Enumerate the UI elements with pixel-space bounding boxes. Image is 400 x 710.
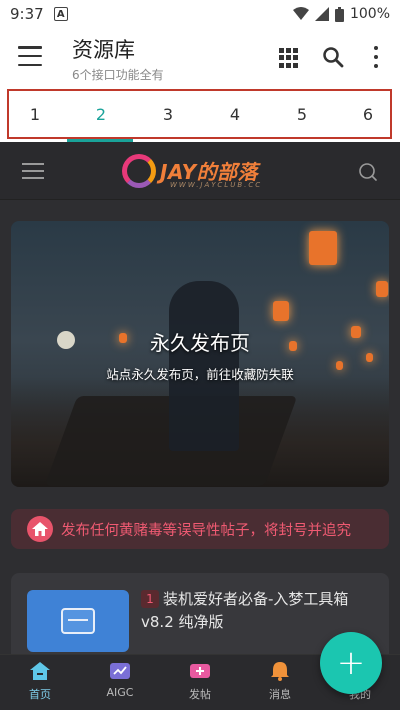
page-subtitle: 6个接口功能全有: [72, 68, 164, 82]
nav-label-messages: 消息: [269, 688, 291, 701]
chart-icon: [110, 663, 130, 679]
tab-3[interactable]: 3: [148, 91, 188, 137]
page-title: 资源库: [72, 38, 135, 62]
battery-level: 100%: [349, 6, 390, 22]
notice-text: 发布任何黄赌毒等误导性帖子，将封号并追究: [61, 522, 351, 539]
site-search-icon[interactable]: [358, 162, 378, 182]
banner-title: 永久发布页: [150, 331, 250, 355]
post-title[interactable]: 装机爱好者必备-入梦工具箱v8.2 纯净版: [141, 588, 381, 634]
nav-label-aigc: AIGC: [106, 686, 134, 699]
home-icon: [27, 516, 53, 542]
app-bar: 资源库 6个接口功能全有: [0, 28, 400, 86]
nav-item-messages[interactable]: 消息: [250, 661, 310, 707]
nav-label-post: 发帖: [189, 688, 211, 701]
post-thumbnail: [27, 590, 129, 652]
grid-icon[interactable]: [279, 48, 299, 68]
status-bar: 9:37 A 100%: [0, 0, 400, 28]
home-icon: [30, 662, 50, 680]
add-button[interactable]: +: [320, 632, 382, 694]
tab-2[interactable]: 2: [81, 91, 121, 137]
status-time: 9:37: [10, 5, 44, 23]
search-icon[interactable]: [322, 46, 344, 68]
site-menu-icon[interactable]: [22, 163, 44, 179]
banner[interactable]: 永久发布页 站点永久发布页，前往收藏防失联: [11, 221, 389, 487]
nav-item-aigc[interactable]: AIGC: [90, 661, 150, 707]
post-icon: [190, 664, 210, 678]
nav-item-home[interactable]: 首页: [10, 661, 70, 707]
nav-label-home: 首页: [29, 688, 51, 701]
lantern-image: [273, 301, 289, 321]
banner-subtitle: 站点永久发布页，前往收藏防失联: [106, 367, 294, 382]
tab-4[interactable]: 4: [215, 91, 255, 137]
bell-icon: [271, 662, 289, 681]
lantern-image: [309, 231, 337, 265]
lantern-image: [376, 281, 388, 297]
site-header: JAY的部落 WWW.JAYCLUB.CC: [0, 142, 400, 200]
site-logo[interactable]: JAY的部落 WWW.JAYCLUB.CC: [122, 150, 272, 192]
tab-6[interactable]: 6: [348, 91, 388, 137]
status-indicators: 100%: [292, 6, 390, 22]
more-options-icon[interactable]: [372, 46, 380, 68]
battery-icon: [334, 6, 344, 22]
menu-icon[interactable]: [18, 46, 42, 66]
nav-item-post[interactable]: 发帖: [170, 661, 230, 707]
notice-bar[interactable]: 发布任何黄赌毒等误导性帖子，将封号并追究: [11, 509, 389, 549]
plus-icon: +: [336, 643, 366, 683]
tab-5[interactable]: 5: [282, 91, 322, 137]
tab-1[interactable]: 1: [15, 91, 55, 137]
logo-ring-icon: [122, 154, 156, 188]
notification-icon: A: [53, 7, 68, 21]
signal-icon: [314, 7, 329, 21]
toolbox-icon: [61, 608, 95, 634]
web-content[interactable]: JAY的部落 WWW.JAYCLUB.CC 永久发布页 站点永久发布页，前往收藏…: [0, 142, 400, 710]
interface-tabs: 1 2 3 4 5 6: [7, 89, 392, 139]
logo-subtext: WWW.JAYCLUB.CC: [170, 181, 263, 189]
wifi-icon: [292, 7, 309, 20]
rank-badge: 1: [141, 590, 159, 608]
